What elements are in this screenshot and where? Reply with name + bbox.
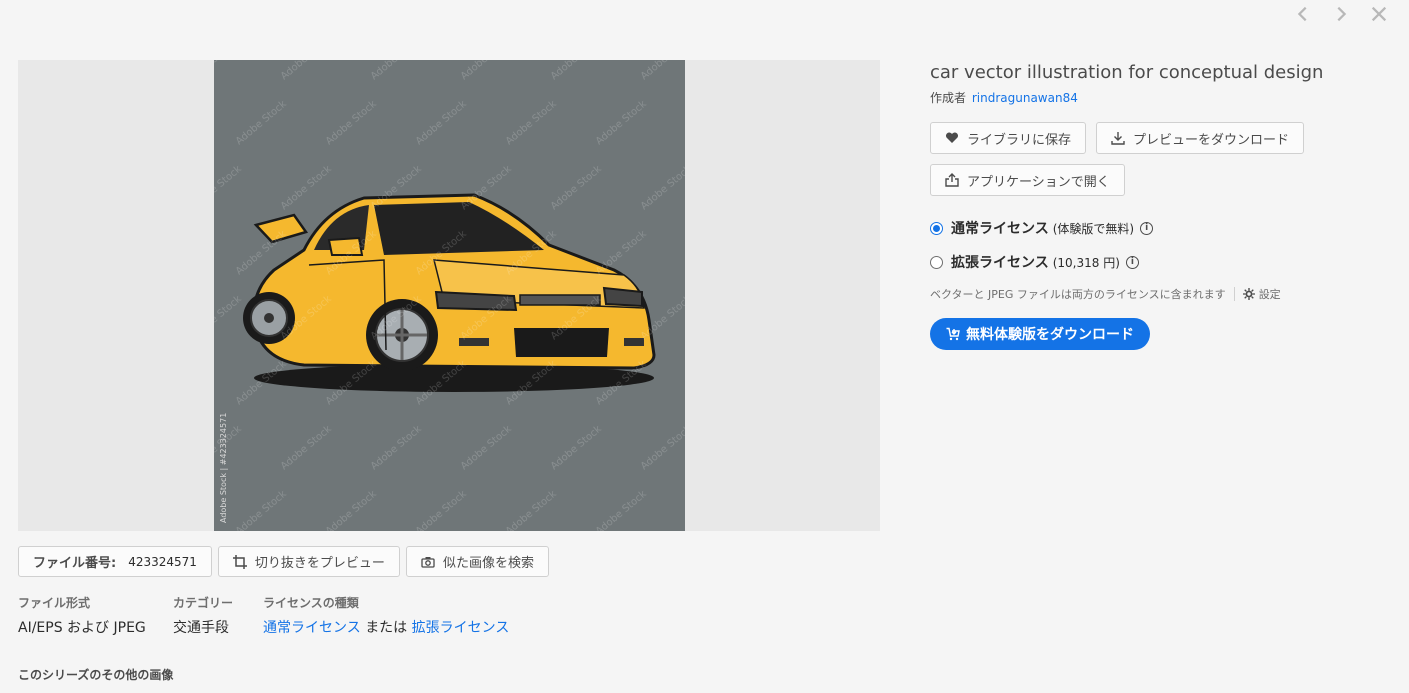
image-preview-area: Adobe Stock Adobe Stock Adobe Stock Adobe S… [18,60,880,531]
watermark-text: Adobe Stock [594,229,649,278]
file-number-value: 423324571 [128,554,197,569]
free-download-button[interactable]: 無料体験版をダウンロード [930,318,1150,350]
watermark-text: Adobe Stock [214,60,244,82]
gear-icon [1242,288,1255,300]
category-header: カテゴリー [173,596,234,610]
watermark-text: Adobe Stock [414,99,469,148]
crop-preview-button[interactable]: 切り抜きをプレビュー [217,546,400,577]
extended-license-link[interactable]: 拡張ライセンス [412,620,510,636]
chevron-right-icon[interactable] [1331,4,1351,24]
crop-preview-label: 切り抜きをプレビュー [254,556,385,571]
watermark-text: Adobe Stock [684,99,685,148]
watermark-text: Adobe Stock [504,489,559,531]
included-note: ベクターと JPEG ファイルは両方のライセンスに含まれます [930,288,1226,301]
crop-icon [232,554,247,569]
license-type-column: ライセンスの種類 通常ライセンス または 拡張ライセンス [263,594,509,637]
save-library-label: ライブラリに保存 [967,132,1072,148]
divider [1233,287,1235,301]
free-download-label: 無料体験版をダウンロード [966,327,1134,343]
series-heading: このシリーズのその他の画像 [18,668,174,682]
license-type-value: 通常ライセンス または 拡張ライセンス [263,617,509,637]
watermark-text: Adobe Stock [414,489,469,531]
side-watermark: Adobe Stock | #423324571 [219,412,228,523]
cart-icon [946,327,960,341]
heart-icon [945,132,959,143]
open-in-app-button[interactable]: アプリケーションで開く [930,164,1125,196]
watermark-text: Adobe Stock [684,489,685,531]
author-prefix: 作成者 [930,91,967,105]
watermark-text: Adobe Stock [549,164,604,213]
settings-link[interactable]: 設定 [1259,286,1281,302]
file-type-header: ファイル形式 [18,596,91,610]
download-icon [1111,132,1125,145]
watermark-text: Adobe Stock [459,424,514,473]
watermark-text: Adobe Stock [369,424,424,473]
standard-license-note: (体験版で無料) [1052,221,1135,236]
standard-license-name: 通常ライセンス [951,221,1049,237]
image-actions: ファイル番号: 423324571 切り抜きをプレビュー 似た画像を検索 [18,546,549,577]
category-link[interactable]: 交通手段 [173,617,263,637]
watermark-text: Adobe Stock [639,60,685,82]
watermark-text: Adobe Stock [549,60,604,82]
watermark-text: Adobe Stock [369,60,424,82]
download-preview-button[interactable]: プレビューをダウンロード [1096,122,1305,154]
watermark-text: Adobe Stock [594,489,649,531]
share-icon [945,173,959,187]
standard-license-option[interactable]: 通常ライセンス (体験版で無料) i [930,218,1370,238]
watermark-text: Adobe Stock [324,489,379,531]
chevron-left-icon[interactable] [1293,4,1313,24]
watermark-text: Adobe Stock [234,489,289,531]
detail-panel: car vector illustration for conceptual d… [930,62,1370,350]
watermark-text: Adobe Stock [639,164,685,213]
similar-search-label: 似た画像を検索 [442,556,534,571]
watermark-text: Adobe Stock [214,164,244,213]
asset-title: car vector illustration for conceptual d… [930,62,1324,83]
image-navigation [1293,4,1389,24]
license-type-header: ライセンスの種類 [263,596,359,610]
watermark-text: Adobe Stock [234,99,289,148]
watermark-text: Adobe Stock [279,164,334,213]
info-icon[interactable]: i [1140,221,1154,235]
watermark-text: Adobe Stock [279,60,334,82]
watermark-text: Adobe Stock [324,99,379,148]
watermark-text: Adobe Stock [684,229,685,278]
camera-icon [421,556,435,568]
extended-license-name: 拡張ライセンス [951,255,1049,271]
watermark-text: Adobe Stock [594,99,649,148]
car-illustration: Adobe Stock Adobe Stock Adobe Stock Adobe S… [214,60,685,531]
save-library-button[interactable]: ライブラリに保存 [930,122,1087,154]
watermark-text: Adobe Stock [639,424,685,473]
license-or-text: または [365,620,408,636]
file-metadata: ファイル形式 AI/EPS および JPEG カテゴリー 交通手段 ライセンスの… [18,594,509,637]
extended-license-note: (10,318 円) [1052,255,1120,270]
file-number-label: ファイル番号: [33,556,117,571]
file-number-button[interactable]: ファイル番号: 423324571 [18,546,212,577]
standard-license-radio[interactable] [930,221,943,235]
extended-license-option[interactable]: 拡張ライセンス (10,318 円) i [930,252,1370,272]
similar-search-button[interactable]: 似た画像を検索 [405,546,549,577]
watermark-text: Adobe Stock [549,424,604,473]
watermark-text: Adobe Stock [459,60,514,82]
category-column: カテゴリー 交通手段 [173,594,263,637]
included-note-row: ベクターと JPEG ファイルは両方のライセンスに含まれます 設定 [930,286,1370,302]
watermark-text: Adobe Stock [214,294,244,343]
file-type-value: AI/EPS および JPEG [18,620,146,636]
author-link[interactable]: rindragunawan84 [972,91,1078,105]
car-illustration-image: Adobe Stock Adobe Stock Adobe Stock Adobe S… [214,60,685,531]
info-icon[interactable]: i [1125,255,1139,269]
standard-license-link[interactable]: 通常ライセンス [263,620,361,636]
watermark-text: Adobe Stock [279,424,334,473]
extended-license-radio[interactable] [930,255,943,269]
file-type-column: ファイル形式 AI/EPS および JPEG [18,594,173,637]
open-in-app-label: アプリケーションで開く [967,174,1110,190]
author-line: 作成者 rindragunawan84 [930,89,1370,106]
close-icon[interactable] [1369,4,1389,24]
watermark-text: Adobe Stock [504,99,559,148]
action-row-2: アプリケーションで開く [930,164,1370,196]
download-preview-label: プレビューをダウンロード [1133,132,1290,148]
watermark-text: Adobe Stock [684,359,685,408]
action-row-1: ライブラリに保存 プレビューをダウンロード [930,122,1370,154]
